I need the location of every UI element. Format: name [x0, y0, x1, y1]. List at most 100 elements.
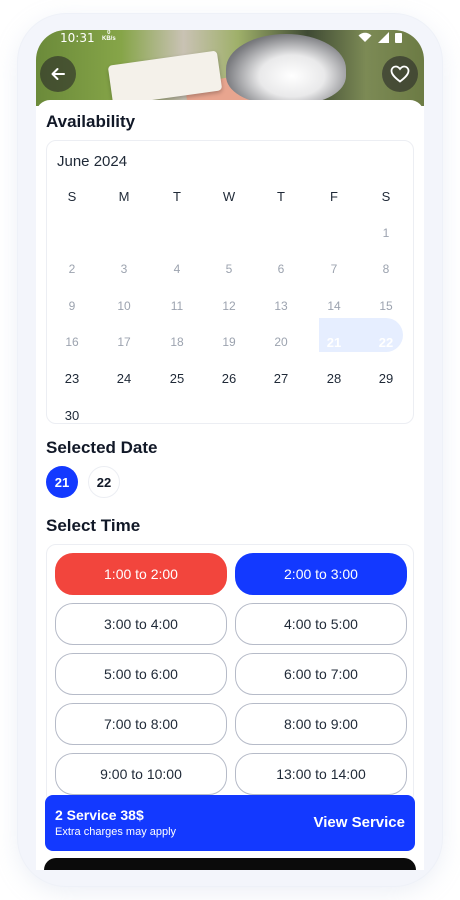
calendar-day[interactable]: 19: [212, 325, 246, 359]
select-time-title: Select Time: [46, 516, 141, 535]
calendar-day[interactable]: 1: [369, 216, 403, 250]
calendar-day[interactable]: 10: [107, 289, 141, 323]
calendar-day-number: 26: [221, 371, 237, 386]
calendar-day-number: 2: [68, 262, 76, 276]
calendar-day[interactable]: 3: [107, 252, 141, 286]
signal-icon: [377, 32, 389, 43]
network-speed-unit: KB/s: [102, 36, 116, 42]
time-slot-selected[interactable]: 2:00 to 3:00: [235, 553, 407, 595]
calendar-day[interactable]: 7: [317, 252, 351, 286]
calendar-day[interactable]: 2: [55, 252, 89, 286]
calendar-day-number: 11: [170, 298, 184, 313]
calendar-day-number: 12: [222, 298, 236, 313]
calendar-day-number: 7: [330, 262, 338, 276]
service-summary: 2 Service 38$: [55, 807, 144, 823]
availability-title: Availability: [46, 112, 136, 131]
calendar-day[interactable]: 24: [107, 362, 141, 396]
calendar-day[interactable]: 13: [264, 289, 298, 323]
calendar-day[interactable]: 26: [212, 362, 246, 396]
time-slot-available[interactable]: 3:00 to 4:00: [55, 603, 227, 645]
calendar-week-row: 9 10 11 12 13 14 15: [47, 289, 415, 326]
calendar-day-number: 18: [170, 335, 184, 349]
calendar-day-number: 15: [379, 298, 393, 313]
calendar-day-number: 24: [116, 371, 132, 386]
calendar-week-row: 30: [47, 398, 415, 435]
service-summary-bar[interactable]: 2 Service 38$ Extra charges may apply Vi…: [45, 795, 415, 851]
selected-date-chip[interactable]: 22: [88, 466, 120, 498]
calendar-day[interactable]: 29: [369, 362, 403, 396]
calendar-day[interactable]: 23: [55, 362, 89, 396]
calendar-day[interactable]: 18: [160, 325, 194, 359]
weekday-label: S: [67, 188, 77, 204]
time-slot-available[interactable]: 9:00 to 10:00: [55, 753, 227, 795]
calendar-day-number: 20: [274, 335, 288, 349]
calendar-day[interactable]: 5: [212, 252, 246, 286]
calendar-day-number: 19: [222, 335, 236, 349]
calendar-day[interactable]: 11: [160, 289, 194, 323]
app-screen: 10:31 0 KB/s Availability June 2024 S M T W…: [36, 30, 424, 870]
time-slot-list[interactable]: 1:00 to 2:00 2:00 to 3:00 3:00 to 4:00 4:00…: [46, 544, 414, 804]
status-time: 10:31: [60, 31, 95, 45]
time-slot-available[interactable]: 6:00 to 7:00: [235, 653, 407, 695]
gesture-bar: [44, 858, 416, 870]
calendar-day-number: 25: [169, 371, 185, 386]
calendar-day[interactable]: 30: [55, 398, 89, 432]
weekday-header-row: SMTWTFS: [47, 179, 415, 216]
calendar-month[interactable]: June 2024: [57, 153, 127, 170]
calendar-day[interactable]: 12: [212, 289, 246, 323]
wifi-icon: [358, 32, 372, 42]
calendar-day[interactable]: 17: [107, 325, 141, 359]
calendar-grid: S M T W T F S 1 2 3 4 5 6 7 8 9 10 11 12 13 14 15 16 17 18 19 20 21…: [47, 179, 415, 435]
weekday-label: T: [277, 188, 285, 204]
calendar-day[interactable]: 4: [160, 252, 194, 286]
calendar-day-selected[interactable]: 21: [317, 325, 351, 359]
favorite-button[interactable]: [382, 56, 418, 92]
booking-content: Availability June 2024 SMTWTFS1234567891…: [36, 100, 424, 870]
time-slot-available[interactable]: 4:00 to 5:00: [235, 603, 407, 645]
calendar-week-row: 2 3 4 5 6 7 8: [47, 252, 415, 289]
view-service-button[interactable]: View Service: [314, 814, 405, 831]
calendar-day[interactable]: 15: [369, 289, 403, 323]
time-slot-unavailable[interactable]: 1:00 to 2:00: [55, 553, 227, 595]
selected-date-chip[interactable]: 21: [46, 466, 78, 498]
time-slot-available[interactable]: 13:00 to 14:00: [235, 753, 407, 795]
calendar-day-number: 9: [68, 298, 76, 313]
calendar-week-row: 1: [47, 216, 415, 253]
calendar-day-number: 10: [117, 298, 131, 313]
calendar-day[interactable]: 6: [264, 252, 298, 286]
calendar-day-number: 29: [378, 371, 394, 386]
calendar-day-number: 23: [64, 371, 80, 386]
calendar-day-number: 5: [225, 262, 233, 276]
time-slot-available[interactable]: 7:00 to 8:00: [55, 703, 227, 745]
back-button[interactable]: [40, 56, 76, 92]
calendar-day[interactable]: 16: [55, 325, 89, 359]
weekday-label: M: [118, 188, 130, 204]
time-slot-available[interactable]: 5:00 to 6:00: [55, 653, 227, 695]
calendar-day-number: 3: [120, 262, 128, 276]
calendar-day[interactable]: 25: [160, 362, 194, 396]
calendar-day[interactable]: 14: [317, 289, 351, 323]
calendar-day-number: 6: [277, 262, 285, 276]
calendar-day-number: 17: [117, 335, 131, 349]
calendar-day[interactable]: 27: [264, 362, 298, 396]
calendar-day-selected[interactable]: 22: [369, 325, 403, 359]
calendar-day-number: 21: [326, 334, 342, 350]
calendar-week-row: 16 17 18 19 20 21 22: [47, 325, 415, 362]
battery-icon: [395, 33, 402, 43]
weekday-label: S: [381, 188, 391, 204]
network-speed: 0 KB/s: [102, 30, 116, 42]
status-bar: 10:31 0 KB/s: [36, 30, 424, 48]
calendar-day-number: 13: [274, 298, 288, 313]
extra-charges-note: Extra charges may apply: [55, 826, 177, 838]
time-slot-available[interactable]: 8:00 to 9:00: [235, 703, 407, 745]
arrow-left-icon: [51, 68, 65, 80]
selected-date-title: Selected Date: [46, 438, 158, 457]
calendar-day[interactable]: 20: [264, 325, 298, 359]
calendar-day[interactable]: 28: [317, 362, 351, 396]
calendar-day[interactable]: 8: [369, 252, 403, 286]
weekday-label: T: [173, 188, 181, 204]
weekday-label: W: [222, 188, 236, 204]
calendar-day-number: 1: [382, 225, 390, 240]
calendar-day[interactable]: 9: [55, 289, 89, 323]
weekday-label: F: [330, 188, 338, 204]
